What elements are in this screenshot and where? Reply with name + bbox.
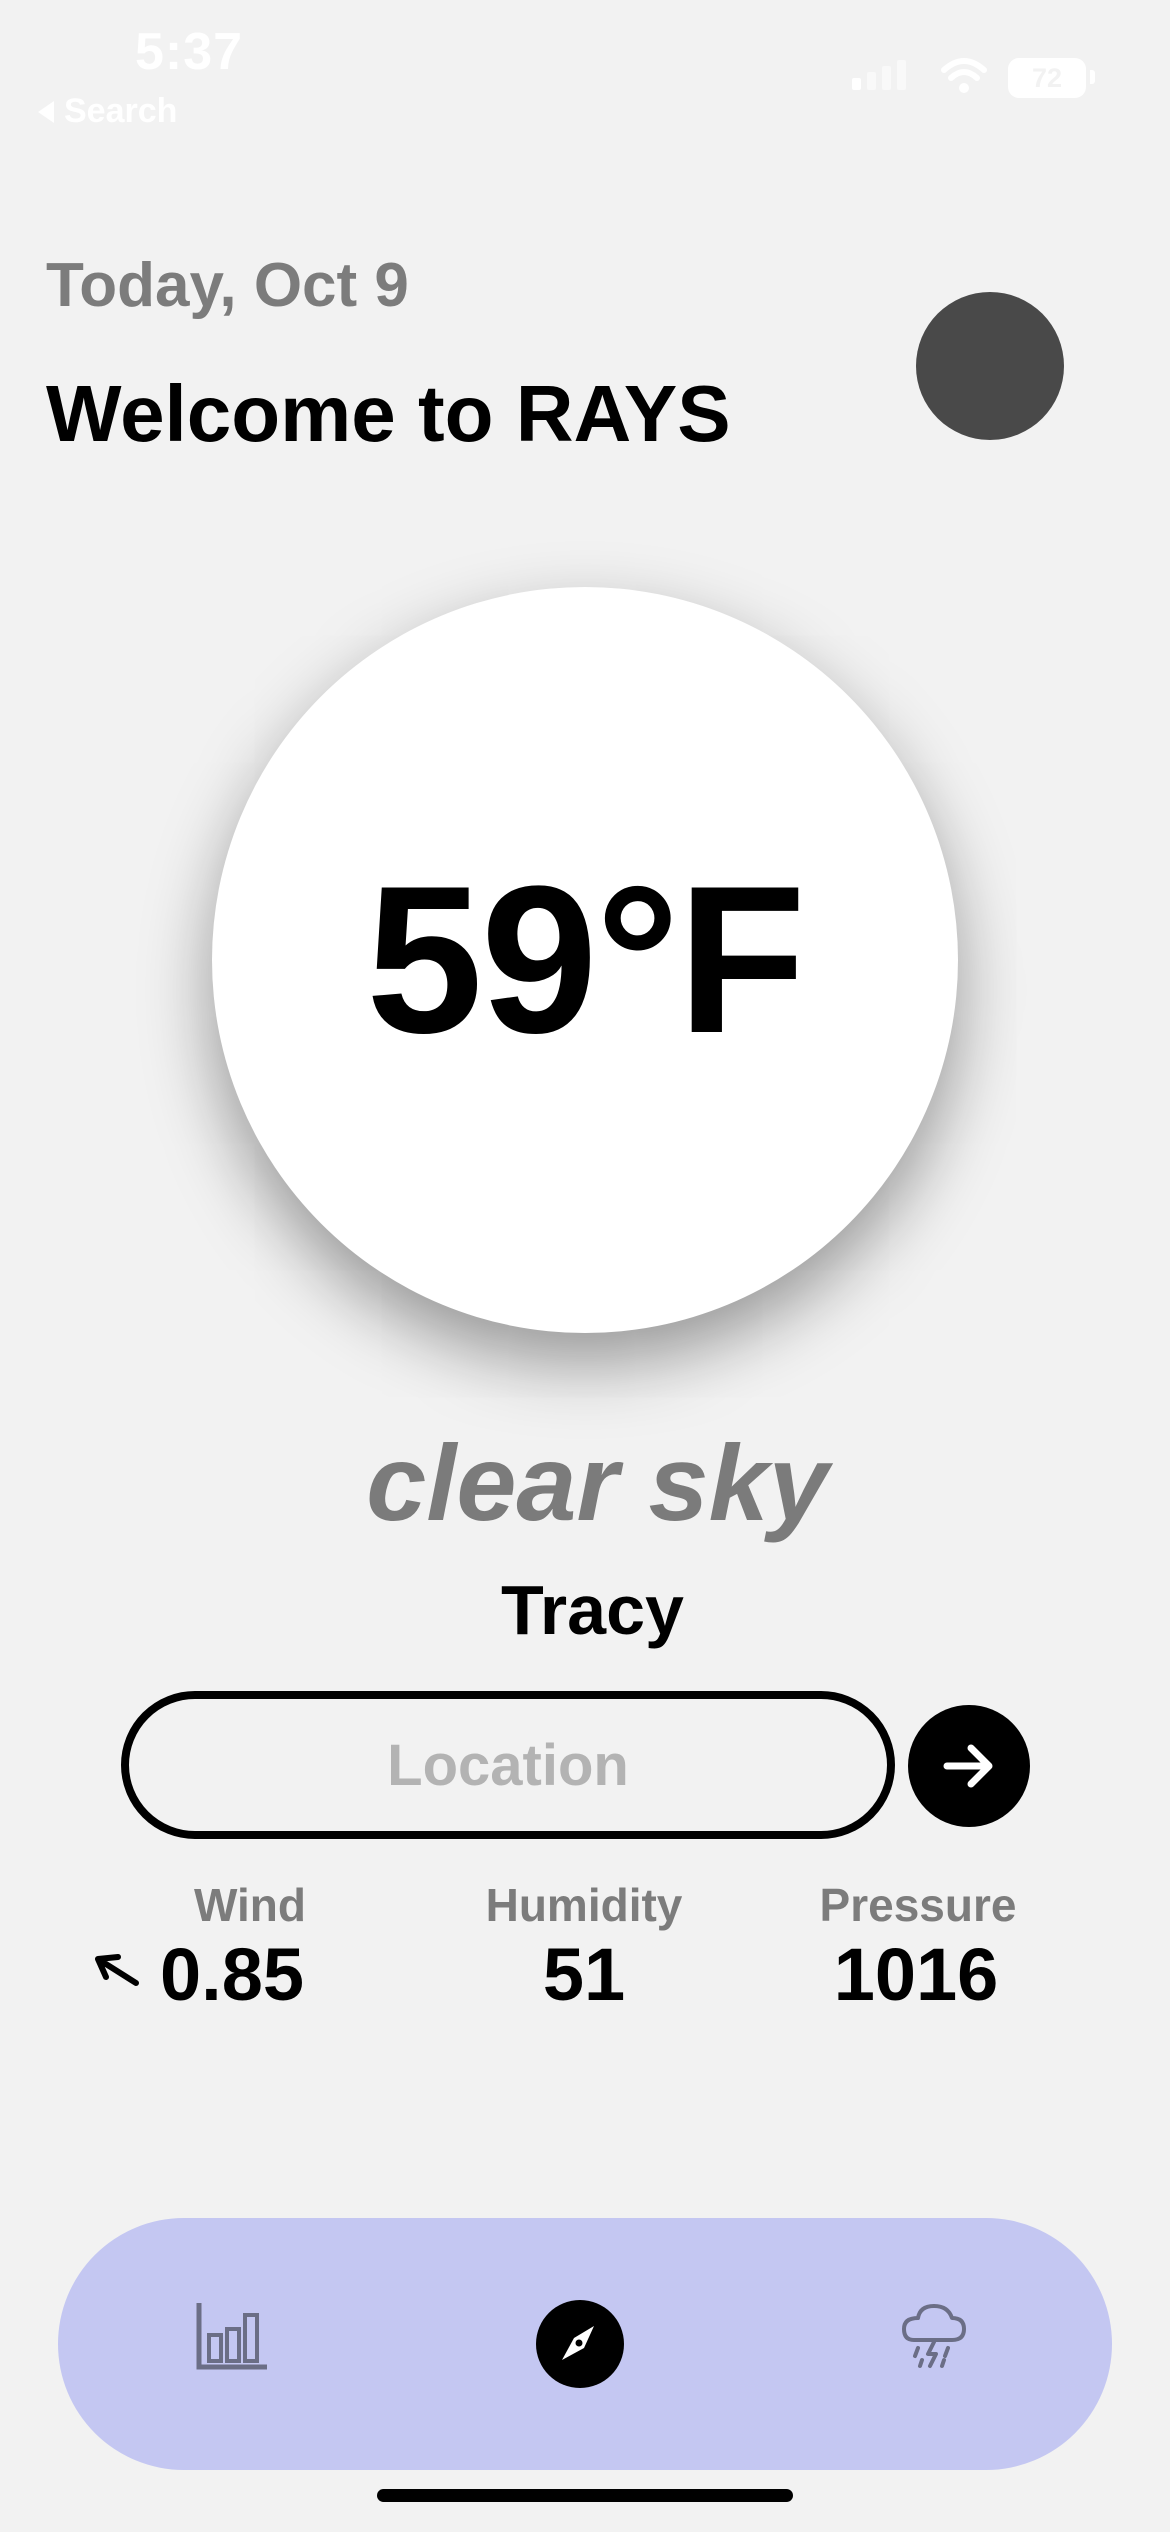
cellular-signal-icon [852,60,906,90]
page-title: Welcome to RAYS [46,369,731,458]
battery-tip [1090,70,1095,84]
wind-label: Wind [194,1879,306,1931]
pressure-label: Pressure [819,1879,1017,1931]
tab-explore[interactable] [536,2300,624,2388]
humidity-value: 51 [542,1933,626,2016]
humidity-label: Humidity [485,1879,683,1931]
arrow-right-icon [943,1744,993,1788]
date-label: Today, Oct 9 [46,251,409,320]
temperature-circle: 59°F [212,587,958,1333]
city-name: Tracy [501,1571,684,1649]
wind-value: 0.85 [160,1933,305,2016]
back-arrow-icon [38,100,54,123]
compass-icon [562,2326,594,2360]
back-label: Search [64,92,178,130]
weather-condition: clear sky [366,1422,829,1543]
location-input[interactable] [121,1691,895,1839]
temperature-value: 59°F [366,842,806,1077]
wind-direction-icon [95,1954,139,1986]
bar-chart-icon[interactable] [195,2301,269,2371]
status-time: 5:37 [135,23,244,81]
battery-indicator: 72 [1008,58,1086,98]
home-indicator [377,2489,793,2502]
pressure-value: 1016 [833,1933,999,2016]
avatar[interactable] [916,292,1064,440]
submit-location-button[interactable] [908,1705,1030,1827]
wifi-icon [941,58,987,93]
back-to-search-link[interactable]: Search [38,92,177,131]
thunderstorm-icon[interactable] [896,2300,970,2372]
